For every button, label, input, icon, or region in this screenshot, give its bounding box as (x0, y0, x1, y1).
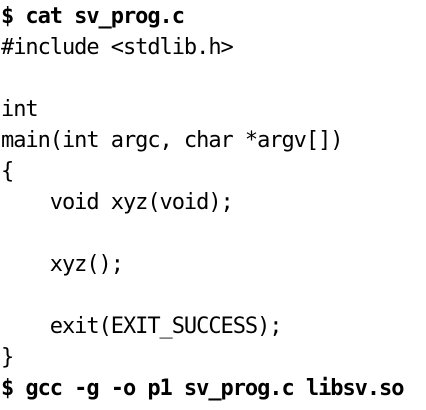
code-line: } (1, 345, 14, 370)
code-line: xyz(); (1, 252, 124, 277)
code-listing: $ cat sv_prog.c #include <stdlib.h> int mai… (1, 1, 405, 404)
code-line: exit(EXIT_SUCCESS); (1, 314, 283, 339)
code-line: void xyz(void); (1, 190, 234, 215)
shell-command-line: $ gcc -g -o p1 sv_prog.c libsv.so (1, 376, 405, 401)
shell-command-line: $ cat sv_prog.c (1, 4, 185, 29)
code-line: int (1, 97, 39, 122)
code-line: #include <stdlib.h> (1, 35, 234, 60)
code-line: main(int argc, char *argv[]) (1, 128, 344, 153)
code-line: { (1, 159, 14, 184)
